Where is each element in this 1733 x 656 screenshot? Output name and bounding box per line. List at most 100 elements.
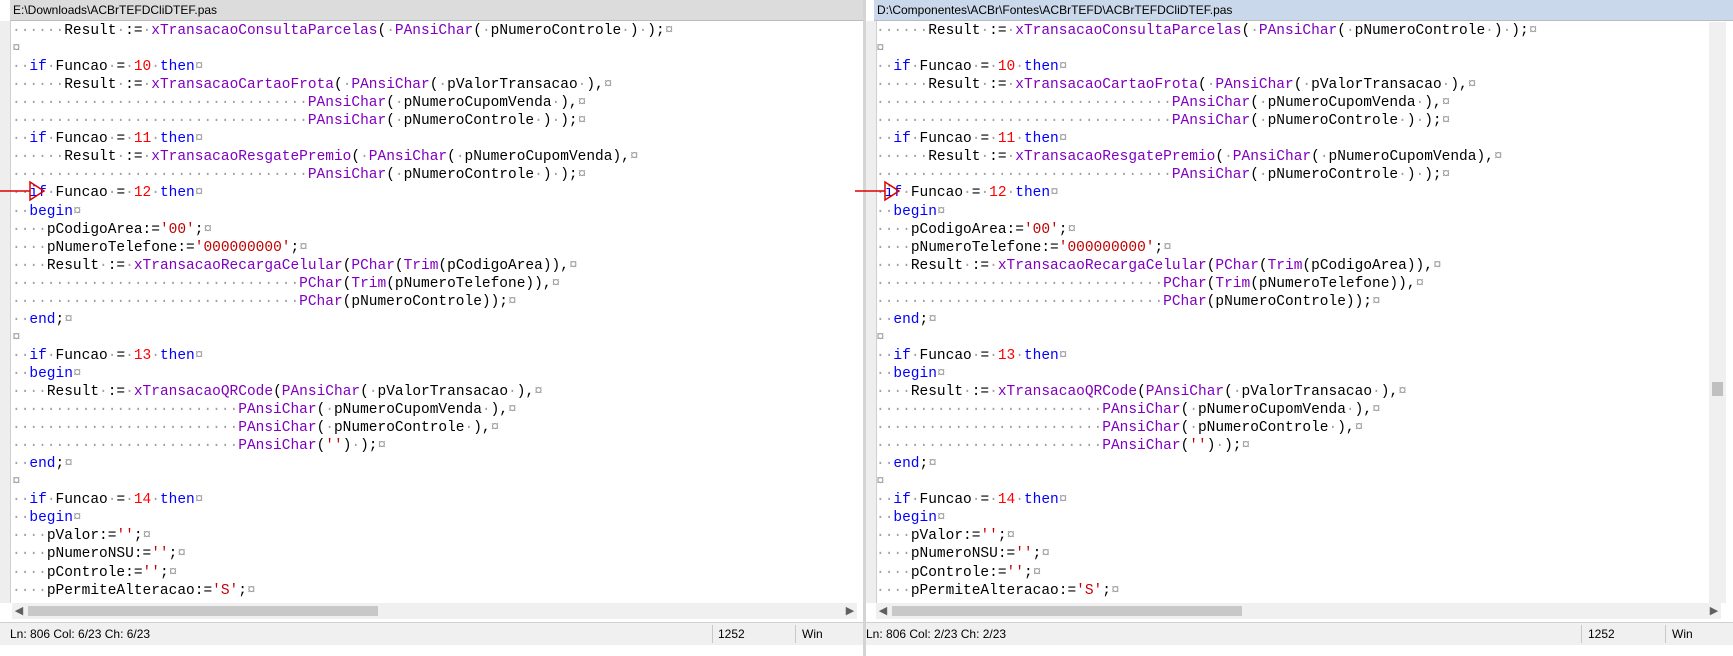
code-token: ¤	[508, 402, 517, 419]
code-line[interactable]: ····pNumeroNSU:='';¤	[876, 545, 1050, 563]
code-line[interactable]: ··························PAnsiChar(·pNu…	[876, 419, 1363, 437]
code-line[interactable]: ··if·Funcao·=·13·then¤	[876, 347, 1067, 365]
code-line[interactable]: ·································PChar(T…	[876, 275, 1424, 293]
code-line[interactable]: ··if·Funcao·=·10·then¤	[12, 58, 203, 76]
code-line[interactable]: ··························PAnsiChar(·pNu…	[12, 401, 517, 419]
code-line[interactable]: ··end;¤	[876, 455, 937, 473]
code-line[interactable]: ¤	[12, 40, 21, 58]
code-token: (	[1250, 113, 1259, 130]
code-line[interactable]: ·································PChar(p…	[876, 293, 1381, 311]
code-line[interactable]: ··································PAnsiC…	[876, 94, 1450, 112]
code-line[interactable]: ····Result·:=·xTransacaoQRCode(PAnsiChar…	[12, 383, 543, 401]
code-token: ¤	[629, 149, 639, 166]
code-line[interactable]: ··if·Funcao·=·11·then¤	[876, 130, 1067, 148]
code-line[interactable]: ····Result·:=·xTransacaoRecargaCelular(P…	[876, 257, 1442, 275]
code-line[interactable]: ·································PChar(T…	[12, 275, 560, 293]
code-line[interactable]: ····pNumeroTelefone:='000000000';¤	[12, 239, 308, 257]
code-line[interactable]: ····pPermiteAlteracao:='S';¤	[12, 582, 256, 600]
code-token: ·	[1015, 131, 1024, 148]
right-vertical-scroll-thumb[interactable]	[1712, 382, 1723, 396]
code-line[interactable]: ······Result·:=·xTransacaoCartaoFrota(·P…	[876, 76, 1476, 94]
code-line[interactable]: ··begin¤	[12, 203, 82, 221]
code-line[interactable]: ··end;¤	[12, 455, 73, 473]
code-token: (	[1250, 167, 1259, 184]
code-line[interactable]: ····pControle:='';¤	[876, 564, 1041, 582]
code-line[interactable]: ··if·Funcao·=·11·then¤	[12, 130, 203, 148]
code-line[interactable]: ······Result·:=·xTransacaoConsultaParcel…	[12, 22, 673, 40]
code-line[interactable]: ····pNumeroNSU:='';¤	[12, 545, 186, 563]
code-line[interactable]: ··································PAnsiC…	[12, 166, 586, 184]
code-token: ··································	[12, 167, 308, 184]
code-token: pPermiteAlteracao:=	[910, 582, 1077, 599]
code-line[interactable]: ······Result·:=·xTransacaoCartaoFrota(·P…	[12, 76, 612, 94]
code-line[interactable]: ··begin¤	[12, 509, 82, 527]
code-line[interactable]: ··························PAnsiChar(·pNu…	[876, 401, 1381, 419]
code-line[interactable]: ··begin¤	[876, 365, 946, 383]
code-token: ¤	[168, 564, 178, 581]
right-horizontal-scroll-thumb[interactable]	[892, 606, 1242, 616]
code-token: ¤	[12, 329, 21, 346]
right-horizontal-scrollbar[interactable]: ◀ ▶	[876, 603, 1721, 619]
code-token: Result	[928, 23, 981, 39]
code-line[interactable]: ··end;¤	[876, 311, 937, 329]
code-token: ·································	[12, 293, 300, 310]
chevron-right-icon[interactable]: ▶	[1707, 603, 1721, 619]
code-line[interactable]: ··begin¤	[12, 365, 82, 383]
code-line[interactable]: ····Result·:=·xTransacaoQRCode(PAnsiChar…	[876, 383, 1407, 401]
code-token: ¤	[1441, 167, 1451, 184]
code-token: (	[1215, 149, 1225, 166]
left-code-editor[interactable]: ······Result·:=·xTransacaoConsultaParcel…	[12, 22, 857, 602]
code-line[interactable]: ····pValor:='';¤	[876, 527, 1015, 545]
chevron-right-icon[interactable]: ▶	[843, 603, 857, 619]
code-line[interactable]: ¤	[876, 329, 885, 347]
code-token: ·	[1250, 23, 1259, 39]
code-line[interactable]: ····pCodigoArea:='00';¤	[876, 221, 1076, 239]
code-line[interactable]: ····pPermiteAlteracao:='S';¤	[876, 582, 1120, 600]
code-token: pNumeroCupomVenda	[1328, 149, 1477, 166]
code-token: PAnsiChar	[1171, 113, 1251, 130]
code-line[interactable]: ······Result·:=·xTransacaoResgatePremio(…	[876, 148, 1503, 166]
left-horizontal-scrollbar[interactable]: ◀ ▶	[12, 603, 857, 619]
code-line[interactable]: ··if·Funcao·=·10·then¤	[876, 58, 1067, 76]
code-token: then	[1023, 347, 1059, 364]
code-line[interactable]: ··························PAnsiChar(·pNu…	[12, 419, 499, 437]
code-line[interactable]: ¤	[876, 40, 885, 58]
code-line[interactable]: ·································PChar(p…	[12, 293, 517, 311]
code-line[interactable]: ··································PAnsiC…	[12, 112, 586, 130]
code-line[interactable]: ··end;¤	[12, 311, 73, 329]
chevron-left-icon[interactable]: ◀	[12, 603, 26, 619]
code-token: ····	[876, 239, 911, 256]
code-line[interactable]: ····pControle:='';¤	[12, 564, 177, 582]
code-line[interactable]: ··if·Funcao·=·13·then¤	[12, 347, 203, 365]
code-line[interactable]: ····pCodigoArea:='00';¤	[12, 221, 212, 239]
code-line[interactable]: ··if·Funcao·=·14·then¤	[876, 491, 1067, 509]
right-code-editor[interactable]: ······Result·:=·xTransacaoConsultaParcel…	[876, 22, 1709, 602]
code-line[interactable]: ¤	[876, 473, 885, 491]
code-line[interactable]: ····pNumeroTelefone:='000000000';¤	[876, 239, 1172, 257]
code-token: :=	[107, 384, 126, 400]
code-line[interactable]: ¤	[12, 329, 21, 347]
code-line[interactable]: ··if·Funcao·=·14·then¤	[12, 491, 203, 509]
right-vertical-scrollbar[interactable]	[1709, 22, 1726, 603]
code-line[interactable]: ······Result·:=·xTransacaoConsultaParcel…	[876, 22, 1537, 40]
code-token: ·	[1415, 113, 1425, 130]
code-line[interactable]: ······Result·:=·xTransacaoResgatePremio(…	[12, 148, 639, 166]
code-line[interactable]: ····Result·:=·xTransacaoRecargaCelular(P…	[12, 257, 578, 275]
code-line[interactable]: ··································PAnsiC…	[876, 166, 1450, 184]
code-line[interactable]: ··begin¤	[876, 509, 946, 527]
code-line[interactable]: ····pValor:='';¤	[12, 527, 151, 545]
code-line[interactable]: ··begin¤	[876, 203, 946, 221]
status-separator	[1581, 625, 1582, 643]
left-horizontal-scroll-thumb[interactable]	[28, 606, 378, 616]
code-token: ·	[325, 420, 334, 437]
code-token: then	[159, 492, 195, 509]
code-line[interactable]: ¤	[12, 473, 21, 491]
code-line[interactable]: ··························PAnsiChar('')·…	[12, 437, 386, 455]
code-token: Funcao	[919, 347, 972, 364]
code-token: (	[1137, 384, 1146, 400]
code-line[interactable]: ··································PAnsiC…	[876, 112, 1450, 130]
code-line[interactable]: ··························PAnsiChar('')·…	[876, 437, 1250, 455]
code-token: PAnsiChar	[1102, 438, 1181, 455]
code-line[interactable]: ··································PAnsiC…	[12, 94, 586, 112]
chevron-left-icon[interactable]: ◀	[876, 603, 890, 619]
